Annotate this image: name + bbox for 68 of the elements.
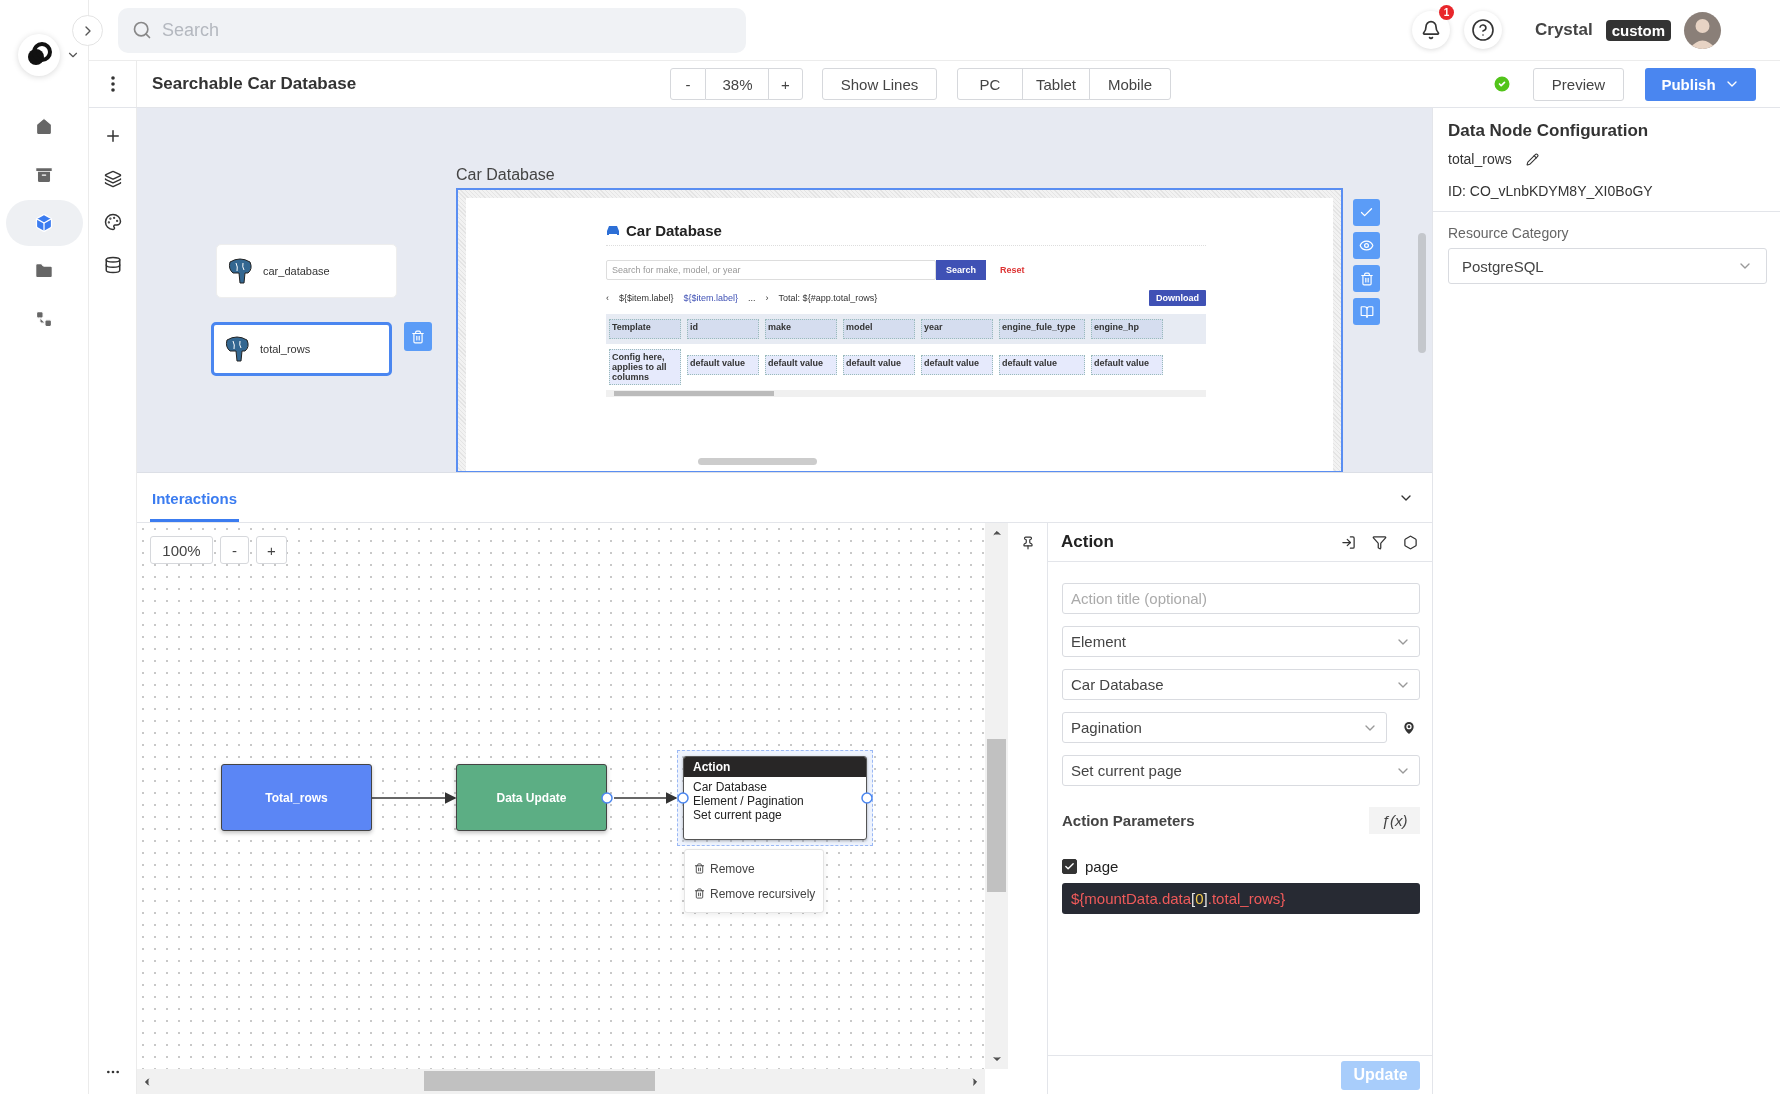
- zoom-out-button[interactable]: -: [670, 68, 706, 100]
- action-node[interactable]: Action Car Database Element / Pagination Set current page: [683, 756, 867, 840]
- node-name: total_rows: [1448, 151, 1512, 167]
- device-tab[interactable]: PC: [957, 68, 1023, 100]
- zoom-value: 100%: [150, 536, 213, 564]
- zoom-in-button[interactable]: +: [768, 68, 803, 100]
- preview-cell: default value: [921, 355, 993, 375]
- preview-header-cell: id: [687, 319, 759, 339]
- action-node-line: Set current page: [692, 808, 783, 822]
- preview-button[interactable]: Preview: [1533, 67, 1624, 101]
- menu-item[interactable]: Remove recursively: [685, 881, 825, 906]
- select-field[interactable]: Set current page: [1062, 755, 1420, 786]
- user-name: Crystal: [1535, 20, 1593, 40]
- data-node[interactable]: total_rows: [211, 322, 392, 376]
- node-label: total_rows: [260, 343, 311, 355]
- preview-cell: default value: [1091, 355, 1163, 375]
- resource-select[interactable]: PostgreSQL: [1448, 248, 1767, 284]
- menu-item[interactable]: Remove: [685, 856, 764, 881]
- action-node-title: Action: [684, 757, 866, 777]
- preview-cell: Config here, applies to all columns: [609, 349, 681, 385]
- preview-cell: default value: [687, 355, 759, 375]
- preview-reset-link: Reset: [1000, 265, 1025, 275]
- preview-next: ›: [765, 293, 769, 303]
- data-node[interactable]: car_database: [216, 244, 397, 298]
- expression-field[interactable]: ${mountData.data[0].total_rows}: [1062, 883, 1420, 914]
- action-node-line: Car Database: [692, 780, 769, 794]
- zoom-in-button[interactable]: +: [256, 536, 287, 564]
- action-node-line: Element / Pagination: [692, 794, 805, 808]
- preview-header-cell: engine_fule_type: [999, 319, 1085, 339]
- notification-count: 1: [1439, 5, 1454, 20]
- preview-download-button: Download: [1149, 290, 1206, 306]
- preview-header-cell: engine_hp: [1091, 319, 1163, 339]
- preview-total: Total: ${#app.total_rows}: [778, 293, 878, 303]
- show-lines-button[interactable]: Show Lines: [822, 68, 937, 100]
- param-name: page: [1085, 858, 1119, 875]
- preview-header-cell: Template: [609, 319, 681, 339]
- function-button[interactable]: ƒ(x): [1369, 807, 1420, 834]
- field-label: Resource Category: [1448, 225, 1570, 241]
- preview-page: ${$item.label}: [619, 293, 674, 303]
- preview-search-field: Search for make, model, or year: [606, 260, 936, 280]
- search-field[interactable]: Search: [118, 7, 746, 53]
- node-label: car_database: [263, 265, 330, 277]
- node-id: ID: CO_vLnbKDYM8Y_XI0BoGY: [1448, 183, 1654, 199]
- preview-cell: default value: [765, 355, 837, 375]
- frame-label: Car Database: [456, 166, 555, 184]
- device-tab[interactable]: Mobile: [1089, 68, 1171, 100]
- select-field[interactable]: Element: [1062, 626, 1420, 657]
- preview-header-cell: year: [921, 319, 993, 339]
- preview-cell: default value: [843, 355, 915, 375]
- page-title: Searchable Car Database: [152, 74, 358, 94]
- select-field[interactable]: Car Database: [1062, 669, 1420, 700]
- panel-title: Data Node Configuration: [1448, 121, 1650, 141]
- preview-ellipsis: ...: [748, 293, 756, 303]
- user-badge: custom: [1605, 19, 1671, 41]
- publish-button[interactable]: Publish: [1645, 67, 1756, 101]
- preview-cell: default value: [999, 355, 1085, 375]
- preview-page: ${$item.label}: [683, 293, 739, 303]
- preview-header-cell: model: [843, 319, 915, 339]
- preview-title: Car Database: [626, 222, 722, 239]
- section-title: Action Parameters: [1062, 812, 1195, 829]
- panel-title: Action: [1061, 532, 1115, 552]
- preview-header-cell: make: [765, 319, 837, 339]
- preview-prev: ‹: [606, 293, 609, 303]
- preview-search-button: Search: [936, 260, 986, 280]
- zoom-out-button[interactable]: -: [220, 536, 249, 564]
- select-field[interactable]: Pagination: [1062, 712, 1387, 743]
- action-title-field[interactable]: Action title (optional): [1062, 583, 1420, 614]
- device-tab[interactable]: Tablet: [1022, 68, 1090, 100]
